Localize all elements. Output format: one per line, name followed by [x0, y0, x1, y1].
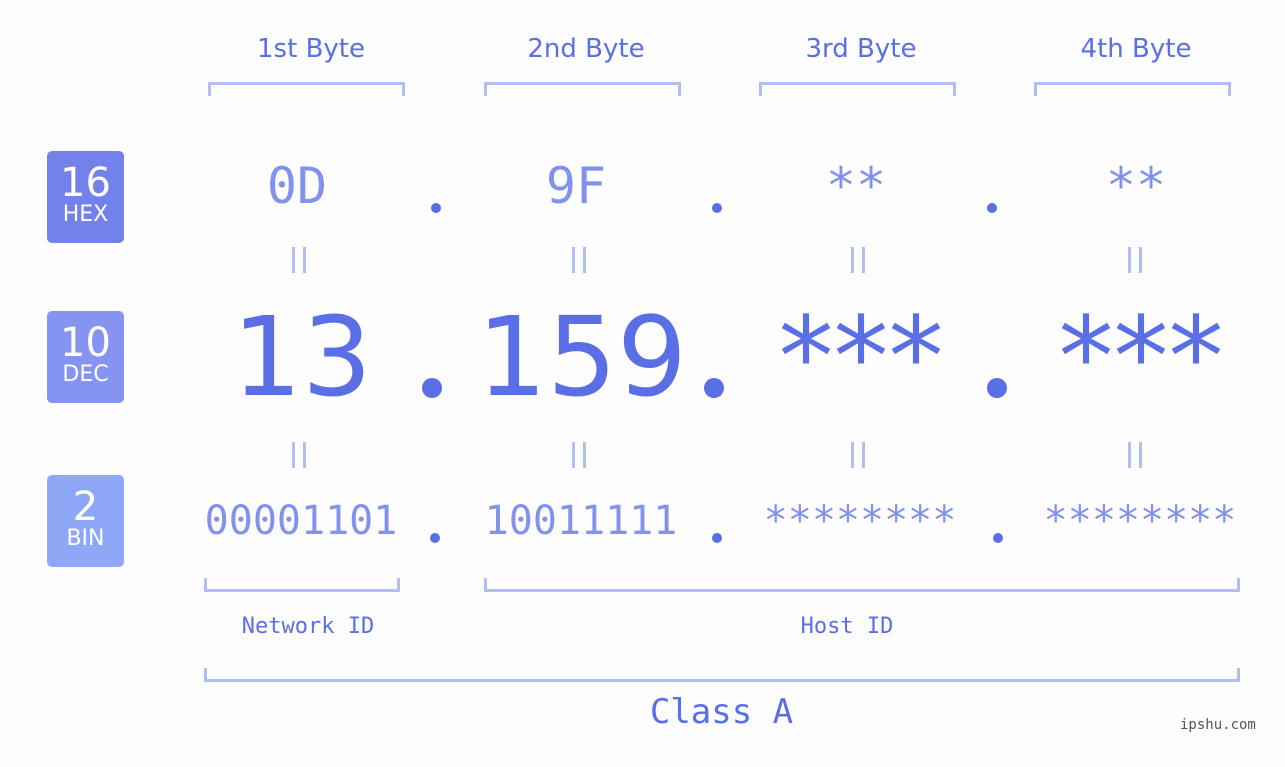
hex-badge: 16 HEX: [47, 151, 124, 243]
network-id-bracket: [204, 578, 400, 592]
class-bracket: [204, 668, 1240, 682]
byte-label-1: 1st Byte: [257, 34, 365, 64]
hex-value-4: **: [1105, 157, 1167, 215]
dec-base-label: DEC: [62, 362, 109, 387]
equals-icon: [570, 442, 590, 468]
host-id-bracket: [484, 578, 1240, 592]
byte-label-2: 2nd Byte: [527, 34, 645, 64]
bin-separator-dot: [430, 533, 440, 543]
dec-separator-dot: [987, 378, 1007, 398]
byte-label-3: 3rd Byte: [805, 34, 917, 64]
hex-separator-dot: [431, 203, 441, 213]
equals-icon: [290, 442, 310, 468]
bin-value-2: 10011111: [484, 498, 678, 544]
dec-value-2: 159: [477, 293, 687, 421]
hex-base-label: HEX: [62, 202, 109, 227]
dec-base: 10: [60, 320, 111, 366]
byte-bracket-4: [1034, 82, 1231, 96]
bin-base-label: BIN: [66, 526, 105, 551]
byte-bracket-1: [208, 82, 405, 96]
byte-bracket-3: [759, 82, 956, 96]
hex-value-3: **: [825, 157, 887, 215]
watermark: ipshu.com: [1180, 717, 1256, 733]
equals-icon: [849, 442, 869, 468]
equals-icon: [570, 247, 590, 273]
network-id-label: Network ID: [241, 614, 375, 639]
bin-value-3: ********: [763, 498, 957, 544]
byte-label-4: 4th Byte: [1080, 34, 1192, 64]
hex-value-1: 0D: [266, 157, 328, 215]
host-id-label: Host ID: [800, 614, 894, 639]
bin-value-1: 00001101: [204, 498, 398, 544]
equals-icon: [849, 247, 869, 273]
class-label: Class A: [649, 692, 794, 732]
bin-separator-dot: [712, 533, 722, 543]
dec-badge: 10 DEC: [47, 311, 124, 403]
hex-base: 16: [60, 160, 111, 206]
bin-separator-dot: [993, 533, 1003, 543]
equals-icon: [1126, 442, 1146, 468]
hex-separator-dot: [712, 203, 722, 213]
equals-icon: [1126, 247, 1146, 273]
byte-bracket-2: [484, 82, 681, 96]
bin-value-4: ********: [1043, 498, 1237, 544]
dec-value-3: ***: [778, 293, 944, 421]
dec-value-1: 13: [232, 293, 372, 421]
bin-base: 2: [72, 484, 99, 530]
dec-separator-dot: [422, 378, 442, 398]
bin-badge: 2 BIN: [47, 475, 124, 567]
dec-value-4: ***: [1058, 293, 1224, 421]
equals-icon: [290, 247, 310, 273]
hex-separator-dot: [987, 203, 997, 213]
hex-value-2: 9F: [545, 157, 607, 215]
dec-separator-dot: [704, 378, 724, 398]
